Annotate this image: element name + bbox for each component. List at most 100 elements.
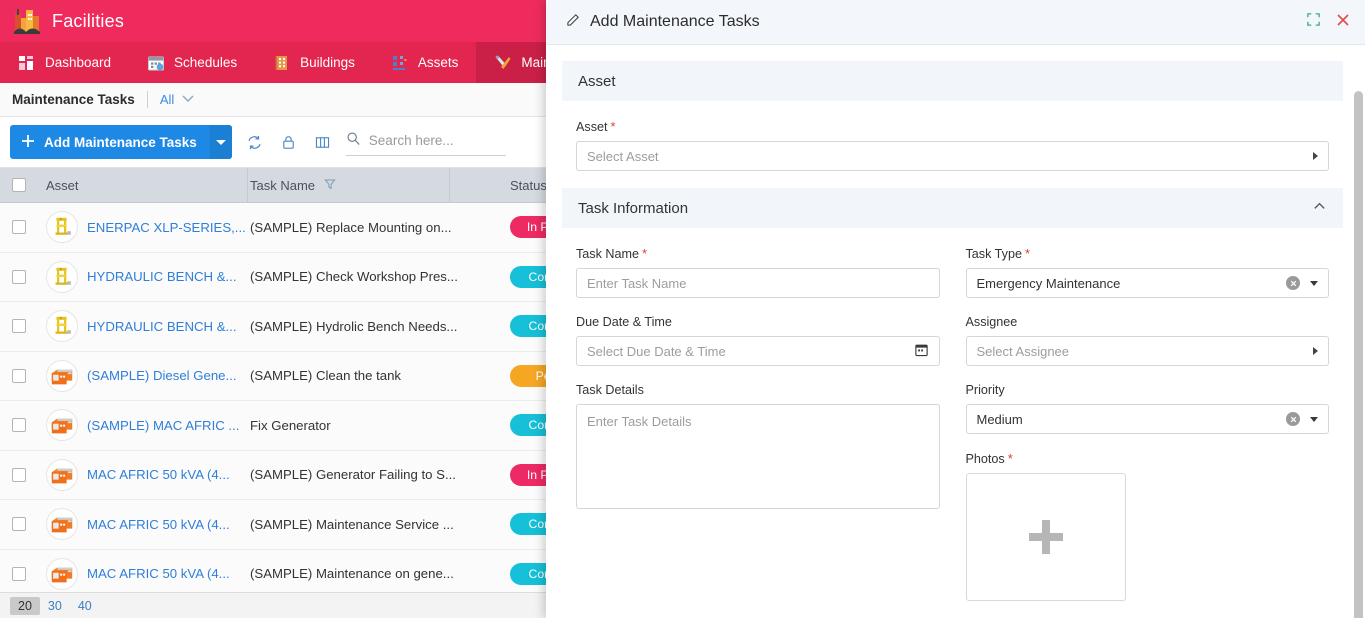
dialog-scrollbar[interactable] (1354, 91, 1363, 618)
lock-icon[interactable] (272, 125, 306, 159)
task-name-group: Task Name * Enter Task Name (576, 246, 940, 298)
dialog-scroll-area: Asset Asset * Select Asset Task Informat… (562, 45, 1349, 618)
caret-down-icon[interactable] (1310, 280, 1318, 286)
priority-select[interactable]: Medium (965, 404, 1329, 434)
page-size-pager: 20 30 40 (0, 592, 546, 618)
generator-icon (46, 359, 78, 392)
page-size-option-20[interactable]: 20 (10, 596, 40, 615)
expand-icon[interactable] (1306, 12, 1321, 32)
row-select-cell (0, 451, 36, 500)
row-checkbox[interactable] (12, 566, 26, 581)
task-name-input[interactable]: Enter Task Name (576, 268, 940, 298)
task-name-text: (SAMPLE) Replace Mounting on... (250, 219, 452, 235)
hydraulic-press-icon (46, 211, 78, 244)
page-size-option-40[interactable]: 40 (70, 597, 100, 615)
column-chooser-icon[interactable] (306, 125, 340, 159)
asset-link[interactable]: (SAMPLE) Diesel Gene... (87, 368, 237, 383)
dialog-title: Add Maintenance Tasks (590, 13, 760, 30)
view-filter-dropdown[interactable]: All (160, 91, 195, 108)
generator-icon (46, 557, 78, 590)
dialog-header: Add Maintenance Tasks (546, 0, 1365, 45)
refresh-icon[interactable] (238, 125, 272, 159)
search-input[interactable] (368, 133, 506, 148)
task-type-actions (1286, 276, 1318, 290)
search-box[interactable] (345, 128, 506, 156)
priority-label: Priority (966, 383, 1330, 397)
column-header-label: Status (510, 177, 547, 193)
select-all-checkbox[interactable] (12, 178, 26, 192)
asset-link[interactable]: MAC AFRIC 50 kVA (4... (87, 517, 230, 532)
section-header-task-information[interactable]: Task Information (562, 188, 1343, 228)
generator-icon (46, 508, 78, 541)
clear-circle-icon[interactable] (1286, 412, 1300, 426)
asset-link[interactable]: ENERPAC XLP-SERIES,... (87, 220, 246, 235)
asset-link[interactable]: HYDRAULIC BENCH &... (87, 319, 237, 334)
clear-circle-icon[interactable] (1286, 276, 1300, 290)
funnel-icon[interactable] (323, 177, 337, 194)
chevron-down-icon (181, 91, 195, 108)
row-checkbox[interactable] (12, 467, 26, 482)
label-text: Task Type (965, 247, 1022, 261)
caret-right-icon[interactable] (1313, 347, 1318, 355)
search-icon (346, 131, 361, 151)
add-maintenance-tasks-button[interactable]: Add Maintenance Tasks (10, 125, 232, 159)
row-checkbox[interactable] (12, 269, 26, 284)
row-checkbox[interactable] (12, 517, 26, 532)
asset-cell: MAC AFRIC 50 kVA (4... (36, 500, 248, 549)
task-name-cell: (SAMPLE) Replace Mounting on... (248, 203, 452, 252)
add-button-label: Add Maintenance Tasks (44, 134, 197, 150)
asset-link[interactable]: MAC AFRIC 50 kVA (4... (87, 566, 230, 581)
add-button-dropdown[interactable] (209, 125, 232, 159)
priority-value: Medium (976, 411, 1023, 427)
asset-cell: HYDRAULIC BENCH &... (36, 302, 248, 351)
caret-down-icon (215, 139, 226, 145)
task-name-label: Task Name * (576, 246, 940, 261)
task-type-select[interactable]: Emergency Maintenance (965, 268, 1329, 298)
page-size-option-30[interactable]: 30 (40, 597, 70, 615)
generator-icon (46, 458, 78, 491)
task-type-group: Task Type * Emergency Maintenance (965, 246, 1329, 298)
asset-link[interactable]: MAC AFRIC 50 kVA (4... (87, 467, 230, 482)
asset-select[interactable]: Select Asset (576, 141, 1329, 171)
task-name-text: Fix Generator (250, 417, 331, 433)
row-checkbox[interactable] (12, 220, 26, 235)
nav-item-dashboard[interactable]: Dashboard (0, 42, 129, 83)
task-name-cell: (SAMPLE) Hydrolic Bench Needs... (248, 302, 457, 351)
section-header-asset: Asset (562, 61, 1343, 101)
row-checkbox[interactable] (12, 319, 26, 334)
asset-link[interactable]: HYDRAULIC BENCH &... (87, 269, 237, 284)
asset-cell: HYDRAULIC BENCH &... (36, 253, 248, 302)
assignee-select[interactable]: Select Assignee (965, 336, 1329, 366)
assignee-label: Assignee (966, 315, 1330, 329)
nav-item-assets[interactable]: Assets (373, 42, 477, 83)
calendar-icon[interactable] (914, 342, 929, 360)
nav-label: Schedules (174, 55, 238, 70)
brand-title: Facilities (52, 10, 125, 31)
column-header-asset[interactable]: Asset (36, 168, 248, 202)
add-button-main[interactable]: Add Maintenance Tasks (10, 125, 210, 159)
task-details-textarea[interactable]: Enter Task Details (576, 404, 940, 509)
asset-link[interactable]: (SAMPLE) MAC AFRIC ... (87, 418, 239, 433)
required-asterisk: * (1024, 246, 1031, 261)
add-photo-button[interactable] (965, 473, 1126, 601)
task-name-cell: (SAMPLE) Generator Failing to S... (248, 451, 456, 500)
nav-item-buildings[interactable]: Buildings (255, 42, 373, 83)
close-icon[interactable] (1335, 12, 1351, 33)
nav-label: Buildings (300, 55, 355, 70)
section-title: Task Information (578, 199, 689, 217)
tools-icon (494, 54, 512, 72)
column-header-task-name[interactable]: Task Name (248, 168, 450, 202)
nav-item-schedules[interactable]: Schedules (129, 42, 255, 83)
chevron-up-icon[interactable] (1312, 199, 1327, 218)
row-checkbox[interactable] (12, 418, 26, 433)
scrollbar-thumb[interactable] (1354, 91, 1363, 618)
row-checkbox[interactable] (12, 368, 26, 383)
caret-right-icon[interactable] (1313, 152, 1318, 160)
row-select-cell (0, 500, 36, 549)
task-info-form: Task Name * Enter Task Name Due Date & T… (576, 246, 1329, 618)
asset-select-actions (1313, 152, 1318, 160)
priority-actions (1286, 412, 1318, 426)
caret-down-icon[interactable] (1310, 416, 1318, 422)
city-buildings-icon (12, 6, 42, 36)
due-date-input[interactable]: Select Due Date & Time (576, 336, 940, 366)
